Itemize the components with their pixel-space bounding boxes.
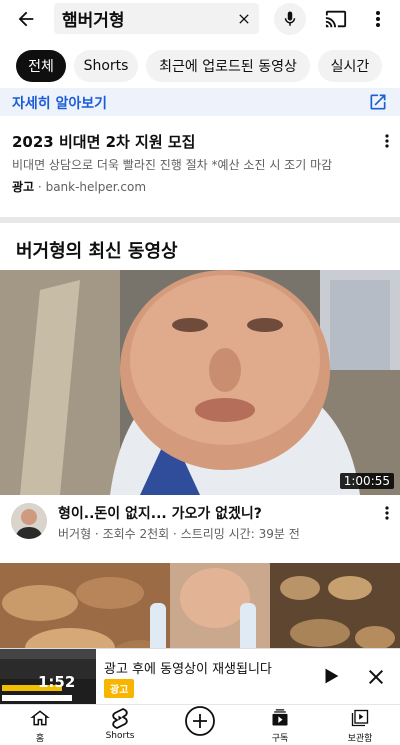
mini-player[interactable]: 1:52: [0, 649, 96, 705]
video-meta: 버거형 · 조회수 2천회 · 스트리밍 시간: 39분 전: [58, 527, 300, 541]
voice-search-button[interactable]: [274, 3, 306, 35]
nav-subscriptions-label: 구독: [271, 734, 289, 744]
microphone-icon: [284, 11, 296, 26]
more-vert-icon: [376, 11, 380, 27]
clear-search-button[interactable]: [229, 4, 259, 34]
video-duration: 1:00:55: [339, 473, 394, 489]
shorts-icon: [112, 707, 128, 729]
video-more-button[interactable]: [378, 503, 396, 523]
avatar-image: [11, 503, 47, 539]
bottom-navigation: 홈 Shorts 구독 보관함: [0, 704, 400, 745]
more-vert-icon: [385, 506, 389, 520]
channel-avatar[interactable]: [11, 503, 47, 539]
chip-all[interactable]: 전체: [16, 50, 66, 82]
ad-description: 비대면 상담으로 더욱 빨라진 진행 절차 *예산 소진 시 조기 마감: [12, 158, 333, 172]
nav-shorts[interactable]: Shorts: [90, 707, 150, 745]
close-icon: [239, 13, 249, 24]
search-box[interactable]: 햄버거형: [54, 3, 259, 34]
ad-more-button[interactable]: [378, 131, 396, 151]
nav-library[interactable]: 보관함: [330, 707, 390, 745]
ad-overlay-bar: 1:52 광고 후에 동영상이 재생됩니다 광고: [0, 648, 400, 705]
add-circle-icon: [185, 706, 215, 736]
nav-home[interactable]: 홈: [10, 707, 70, 745]
play-icon[interactable]: [320, 665, 342, 687]
search-input[interactable]: 햄버거형: [62, 6, 229, 31]
ad-title[interactable]: 2023 비대면 2차 지원 모집: [12, 131, 195, 152]
thumbnail-image: [0, 270, 400, 495]
nav-home-label: 홈: [35, 734, 45, 744]
chip-live[interactable]: 실시간: [318, 50, 382, 82]
open-external-icon: [370, 94, 386, 110]
close-icon[interactable]: [364, 665, 388, 689]
ad-overlay-badge: 광고: [104, 679, 135, 698]
section-title: 버거형의 최신 동영상: [16, 241, 178, 262]
ad-badge: 광고: [12, 180, 35, 194]
chip-shorts[interactable]: Shorts: [74, 50, 138, 82]
chip-recently-uploaded[interactable]: 최근에 업로드된 동영상: [146, 50, 310, 82]
nav-shorts-label: Shorts: [105, 731, 135, 741]
filter-chips: 전체 Shorts 최근에 업로드된 동영상 실시간: [0, 50, 400, 82]
more-options-button[interactable]: [366, 5, 390, 33]
mini-player-time: 1:52: [38, 673, 76, 691]
cast-button[interactable]: [322, 5, 350, 33]
learn-more-bar[interactable]: 자세히 알아보기: [0, 88, 400, 116]
ad-domain[interactable]: bank-helper.com: [46, 180, 146, 194]
ad-overlay-text: 광고 후에 동영상이 재생됩니다: [104, 662, 272, 677]
nav-create[interactable]: [170, 705, 230, 743]
ad-separator: ·: [37, 180, 42, 194]
more-vert-icon: [385, 134, 389, 148]
learn-more-link[interactable]: 자세히 알아보기: [12, 93, 107, 113]
top-bar: 햄버거형: [0, 0, 400, 38]
nav-subscriptions[interactable]: 구독: [250, 707, 310, 745]
video-thumbnail[interactable]: 1:00:55: [0, 270, 400, 495]
subscriptions-icon: [272, 709, 288, 726]
ad-source-line: 광고 · bank-helper.com: [12, 178, 146, 195]
cast-icon: [325, 10, 347, 28]
library-icon: [351, 709, 369, 727]
home-icon: [30, 710, 50, 726]
back-button[interactable]: [10, 4, 42, 34]
back-arrow-icon: [18, 11, 34, 27]
nav-library-label: 보관함: [347, 734, 373, 744]
video-title[interactable]: 형이..돈이 없지... 가오가 없겠니?: [58, 503, 262, 523]
section-divider: [0, 217, 400, 223]
